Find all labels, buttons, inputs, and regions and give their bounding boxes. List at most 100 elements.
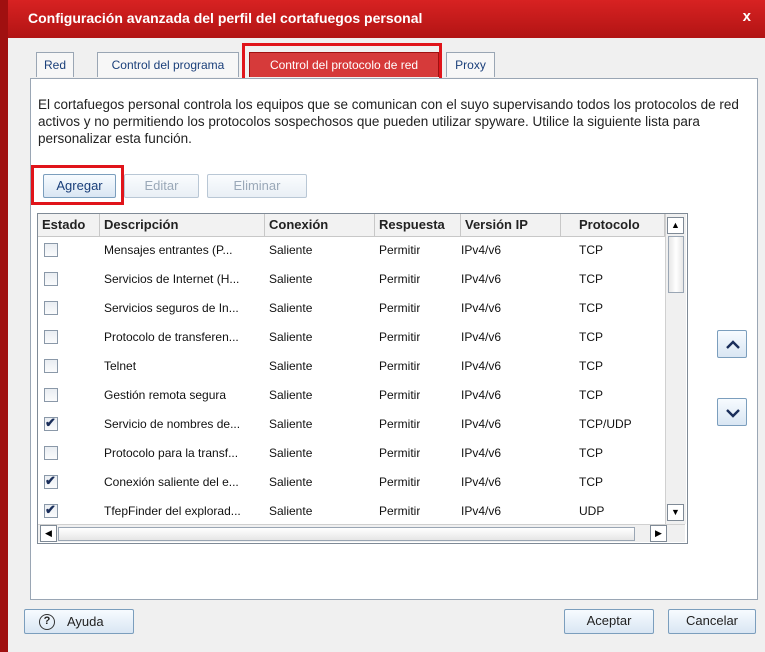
cell-ip-version: IPv4/v6: [461, 417, 502, 431]
cell-protocol: TCP: [579, 243, 603, 257]
row-status-checkbox[interactable]: [44, 272, 58, 286]
cell-protocol: TCP: [579, 446, 603, 460]
cell-protocol: TCP: [579, 330, 603, 344]
cell-response: Permitir: [379, 446, 421, 460]
cell-protocol: TCP: [579, 272, 603, 286]
cell-protocol: TCP/UDP: [579, 417, 632, 431]
ok-button[interactable]: Aceptar: [564, 609, 654, 634]
table-row[interactable]: Telnet Saliente Permitir IPv4/v6 TCP: [38, 352, 665, 381]
cell-description: Servicio de nombres de...: [104, 417, 241, 431]
cell-response: Permitir: [379, 417, 421, 431]
scroll-down-icon[interactable]: ▼: [667, 504, 684, 521]
cell-protocol: UDP: [579, 504, 605, 518]
close-icon[interactable]: x: [743, 8, 751, 25]
cell-response: Permitir: [379, 388, 421, 402]
cell-ip-version: IPv4/v6: [461, 330, 502, 344]
table-row[interactable]: Servicios seguros de In... Saliente Permit…: [38, 294, 665, 323]
cell-response: Permitir: [379, 301, 421, 315]
row-status-checkbox[interactable]: [44, 359, 58, 373]
checkmark-icon: ✔: [45, 415, 56, 430]
help-icon: ?: [39, 614, 55, 630]
cell-ip-version: IPv4/v6: [461, 475, 502, 489]
table-header: Estado Descripción Conexión Respuesta Ve…: [38, 214, 665, 237]
row-status-checkbox[interactable]: ✔: [44, 502, 58, 518]
delete-button[interactable]: Eliminar: [207, 174, 307, 198]
table-row[interactable]: Protocolo para la transf... Saliente Permi…: [38, 439, 665, 468]
scroll-left-icon[interactable]: ◀: [40, 525, 57, 542]
help-button-label: Ayuda: [67, 614, 104, 629]
cell-description: Protocolo de transferen...: [104, 330, 239, 344]
tab-network-protocol-control[interactable]: Control del protocolo de red: [249, 52, 439, 77]
cell-connection: Saliente: [269, 330, 313, 344]
row-status-checkbox[interactable]: ✔: [44, 415, 58, 431]
cell-protocol: TCP: [579, 359, 603, 373]
row-status-checkbox[interactable]: [44, 301, 58, 315]
column-header-ip-version[interactable]: Versión IP: [461, 214, 561, 236]
table-row[interactable]: ✔ Servicio de nombres de... Saliente Permit…: [38, 410, 665, 439]
vertical-scrollbar[interactable]: ▲ ▼: [665, 214, 686, 524]
title-bar: Configuración avanzada del perfil del co…: [8, 0, 765, 38]
protocol-table: Estado Descripción Conexión Respuesta Ve…: [37, 213, 688, 544]
move-down-button[interactable]: [717, 398, 747, 426]
cell-description: Gestión remota segura: [104, 388, 227, 402]
table-row[interactable]: ✔ TfepFinder del explorad... Saliente Permi…: [38, 497, 665, 526]
move-down-icon: [726, 409, 740, 418]
column-header-description[interactable]: Descripción: [100, 214, 265, 236]
table-row[interactable]: ✔ Conexión saliente del e... Saliente Permi…: [38, 468, 665, 497]
move-up-button[interactable]: [717, 330, 747, 358]
cell-connection: Saliente: [269, 388, 313, 402]
edit-button[interactable]: Editar: [124, 174, 199, 198]
cell-connection: Saliente: [269, 301, 313, 315]
cell-connection: Saliente: [269, 446, 313, 460]
row-status-checkbox[interactable]: [44, 388, 58, 402]
scroll-up-icon[interactable]: ▲: [667, 217, 684, 234]
cell-response: Permitir: [379, 243, 421, 257]
cancel-button[interactable]: Cancelar: [668, 609, 756, 634]
tab-program-control[interactable]: Control del programa: [97, 52, 239, 77]
cell-protocol: TCP: [579, 301, 603, 315]
checkmark-icon: ✔: [45, 502, 56, 517]
firewall-profile-dialog: Configuración avanzada del perfil del co…: [0, 0, 765, 652]
horizontal-scroll-thumb[interactable]: [58, 527, 635, 541]
cell-description: Mensajes entrantes (P...: [104, 243, 233, 257]
table-row[interactable]: Protocolo de transferen... Saliente Permit…: [38, 323, 665, 352]
cell-response: Permitir: [379, 330, 421, 344]
cell-ip-version: IPv4/v6: [461, 504, 502, 518]
cell-ip-version: IPv4/v6: [461, 243, 502, 257]
vertical-scroll-thumb[interactable]: [668, 236, 684, 293]
row-status-checkbox[interactable]: [44, 243, 58, 257]
cell-connection: Saliente: [269, 475, 313, 489]
move-up-icon: [726, 340, 740, 349]
cell-ip-version: IPv4/v6: [461, 359, 502, 373]
cell-description: TfepFinder del explorad...: [104, 504, 241, 518]
window-title: Configuración avanzada del perfil del co…: [28, 10, 423, 26]
column-header-connection[interactable]: Conexión: [265, 214, 375, 236]
tab-proxy[interactable]: Proxy: [446, 52, 495, 77]
table-row[interactable]: Gestión remota segura Saliente Permitir IPv…: [38, 381, 665, 410]
horizontal-scrollbar[interactable]: ◀ ▶: [38, 524, 685, 542]
cell-description: Servicios seguros de In...: [104, 301, 239, 315]
cell-connection: Saliente: [269, 243, 313, 257]
cell-connection: Saliente: [269, 272, 313, 286]
cell-connection: Saliente: [269, 359, 313, 373]
cell-ip-version: IPv4/v6: [461, 272, 502, 286]
cell-description: Protocolo para la transf...: [104, 446, 239, 460]
cell-description: Servicios de Internet (H...: [104, 272, 240, 286]
row-status-checkbox[interactable]: [44, 330, 58, 344]
add-button[interactable]: Agregar: [43, 174, 116, 198]
column-header-response[interactable]: Respuesta: [375, 214, 461, 236]
cell-ip-version: IPv4/v6: [461, 301, 502, 315]
table-row[interactable]: Mensajes entrantes (P... Saliente Permitir…: [38, 236, 665, 265]
row-status-checkbox[interactable]: ✔: [44, 473, 58, 489]
column-header-status[interactable]: Estado: [38, 214, 100, 236]
table-row[interactable]: Servicios de Internet (H... Saliente Permi…: [38, 265, 665, 294]
scroll-right-icon[interactable]: ▶: [650, 525, 667, 542]
cell-description: Telnet: [104, 359, 137, 373]
help-button[interactable]: ? Ayuda: [24, 609, 134, 634]
column-header-protocol[interactable]: Protocolo: [561, 214, 665, 236]
cell-ip-version: IPv4/v6: [461, 388, 502, 402]
cell-description: Conexión saliente del e...: [104, 475, 239, 489]
description-text: El cortafuegos personal controla los equ…: [38, 97, 739, 146]
tab-red[interactable]: Red: [36, 52, 74, 77]
row-status-checkbox[interactable]: [44, 446, 58, 460]
